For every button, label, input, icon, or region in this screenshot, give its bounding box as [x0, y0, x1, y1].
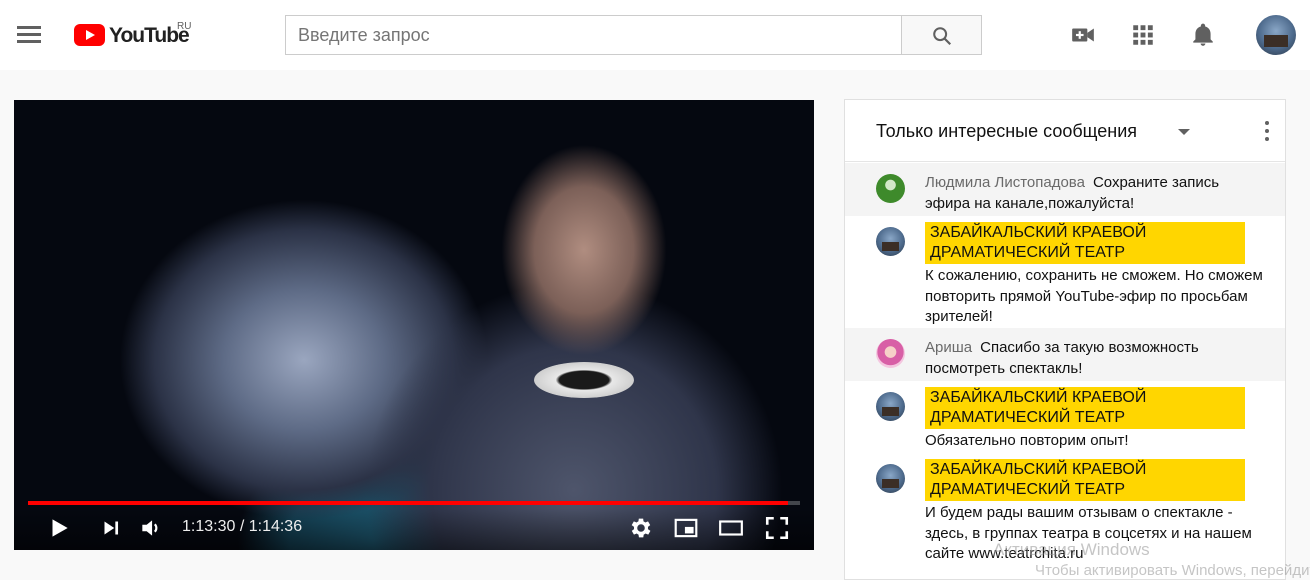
next-icon[interactable]: [98, 515, 124, 541]
live-chat-panel: Только интересные сообщения Людмила Лист…: [844, 99, 1286, 580]
chat-message-text: К сожалению, сохранить не сможем. Но смо…: [925, 267, 1263, 325]
country-code: RU: [177, 21, 192, 32]
chat-message: ЗАБАЙКАЛЬСКИЙ КРАЕВОЙ ДРАМАТИЧЕСКИЙ ТЕАТ…: [845, 216, 1285, 328]
chat-message-text-container: Людмила Листопадова Сохраните запись эфир…: [925, 173, 1265, 214]
notifications-bell-icon[interactable]: [1190, 22, 1216, 48]
chat-message: Ариша Спасибо за такую возможность посмот…: [845, 328, 1285, 381]
account-avatar[interactable]: [1256, 15, 1296, 55]
avatar[interactable]: [876, 392, 905, 421]
chat-message: ЗАБАЙКАЛЬСКИЙ КРАЕВОЙ ДРАМАТИЧЕСКИЙ ТЕАТ…: [845, 453, 1285, 579]
more-options-icon[interactable]: [1265, 121, 1269, 141]
play-icon[interactable]: [46, 515, 72, 541]
chat-message: ЗАБАЙКАЛЬСКИЙ КРАЕВОЙ ДРАМАТИЧЕСКИЙ ТЕАТ…: [845, 381, 1285, 453]
progress-bar-fill: [28, 501, 789, 505]
chevron-down-icon[interactable]: [1178, 129, 1190, 135]
search-input[interactable]: [285, 15, 902, 55]
avatar[interactable]: [876, 174, 905, 203]
channel-owner-badge[interactable]: ЗАБАЙКАЛЬСКИЙ КРАЕВОЙ ДРАМАТИЧЕСКИЙ ТЕАТ…: [925, 222, 1245, 264]
menu-icon[interactable]: [17, 26, 41, 44]
apps-grid-icon[interactable]: [1130, 22, 1156, 48]
masthead: YouTube RU: [0, 0, 1310, 70]
chat-filter-dropdown[interactable]: Только интересные сообщения: [876, 121, 1137, 142]
settings-gear-icon[interactable]: [628, 515, 654, 541]
windows-activation-text: Чтобы активировать Windows, перейдите к: [1035, 562, 1310, 579]
video-frame-detail: [534, 362, 634, 398]
chat-message: Людмила Листопадова Сохраните запись эфир…: [845, 163, 1285, 216]
miniplayer-icon[interactable]: [673, 515, 699, 541]
volume-icon[interactable]: [138, 515, 164, 541]
channel-owner-badge[interactable]: ЗАБАЙКАЛЬСКИЙ КРАЕВОЙ ДРАМАТИЧЕСКИЙ ТЕАТ…: [925, 459, 1245, 501]
create-video-icon[interactable]: [1070, 22, 1096, 48]
search-box: [285, 15, 982, 55]
progress-bar[interactable]: [28, 501, 800, 505]
chat-author[interactable]: Людмила Листопадова: [925, 174, 1085, 191]
chat-message-text-container: ЗАБАЙКАЛЬСКИЙ КРАЕВОЙ ДРАМАТИЧЕСКИЙ ТЕАТ…: [925, 387, 1265, 452]
youtube-play-logo-icon: [74, 24, 105, 46]
chat-message-text: Обязательно повторим опыт!: [925, 432, 1129, 449]
chat-message-text-container: Ариша Спасибо за такую возможность посмот…: [925, 338, 1265, 379]
time-display: 1:13:30 / 1:14:36: [182, 518, 303, 535]
chat-message-text-container: ЗАБАЙКАЛЬСКИЙ КРАЕВОЙ ДРАМАТИЧЕСКИЙ ТЕАТ…: [925, 222, 1265, 328]
windows-activation-title: Активация Windows: [993, 540, 1150, 559]
player-controls: 1:13:30 / 1:14:36: [14, 508, 814, 550]
avatar[interactable]: [876, 227, 905, 256]
chat-author[interactable]: Ариша: [925, 339, 972, 356]
avatar[interactable]: [876, 339, 905, 368]
theater-mode-icon[interactable]: [718, 515, 744, 541]
search-button[interactable]: [901, 15, 982, 55]
avatar[interactable]: [876, 464, 905, 493]
video-player[interactable]: 1:13:30 / 1:14:36: [14, 100, 814, 550]
chat-header: Только интересные сообщения: [845, 100, 1285, 162]
search-icon: [933, 27, 952, 46]
video-frame: [14, 100, 814, 550]
fullscreen-icon[interactable]: [764, 515, 790, 541]
channel-owner-badge[interactable]: ЗАБАЙКАЛЬСКИЙ КРАЕВОЙ ДРАМАТИЧЕСКИЙ ТЕАТ…: [925, 387, 1245, 429]
